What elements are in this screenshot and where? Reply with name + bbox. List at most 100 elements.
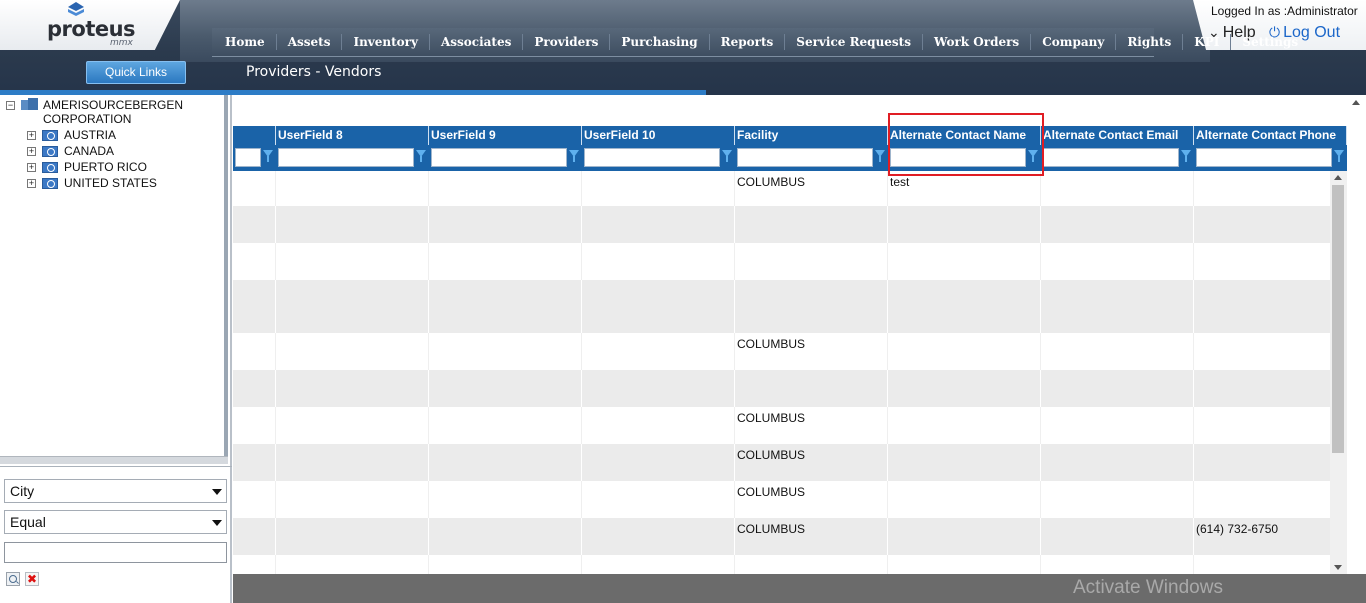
filter-icon[interactable] — [1334, 150, 1344, 162]
filter-value-input[interactable] — [4, 542, 227, 563]
scroll-up-icon[interactable] — [1352, 100, 1360, 105]
expand-icon[interactable]: + — [27, 178, 36, 188]
table-row[interactable]: COLUMBUS — [233, 407, 1331, 444]
expand-icon[interactable]: + — [27, 146, 36, 156]
column-filter-input[interactable] — [737, 148, 873, 167]
tree-item-label: AUSTRIA — [64, 128, 117, 142]
tree-item-canada[interactable]: + CANADA — [27, 144, 114, 158]
table-row[interactable]: COLUMBUS — [233, 333, 1331, 370]
column-filter-input[interactable] — [235, 148, 261, 167]
grid-footer: Activate Windows — [233, 574, 1366, 603]
table-row[interactable] — [233, 243, 1331, 280]
tree-item-label: UNITED STATES — [64, 176, 157, 190]
column-filter — [429, 145, 582, 171]
table-row[interactable] — [233, 280, 1331, 333]
search-icon[interactable] — [6, 572, 20, 586]
column-filter — [276, 145, 429, 171]
column-header-facility[interactable]: Facility — [735, 126, 888, 145]
table-cell — [582, 555, 735, 574]
main-nav: Home Assets Inventory Associates Provide… — [212, 28, 1298, 57]
logo-area[interactable]: proteus mmx — [0, 0, 180, 50]
table-row[interactable]: COLUMBUS test — [233, 171, 1331, 206]
column-header-alternate-contact-phone[interactable]: Alternate Contact Phone — [1194, 126, 1347, 145]
nav-service-requests[interactable]: Service Requests — [785, 34, 923, 50]
column-header[interactable] — [233, 126, 276, 145]
tree-item-austria[interactable]: + AUSTRIA — [27, 128, 116, 142]
table-row[interactable]: COLUMBUS — [233, 444, 1331, 481]
table-row[interactable] — [233, 555, 1331, 574]
scroll-up-icon[interactable] — [1334, 175, 1342, 180]
table-cell — [582, 280, 735, 333]
table-cell: test — [888, 171, 1041, 206]
filter-icon[interactable] — [875, 150, 885, 162]
quick-links-button[interactable]: Quick Links — [86, 61, 186, 84]
tree-horizontal-scrollbar[interactable] — [0, 456, 228, 464]
column-filter-input[interactable] — [584, 148, 720, 167]
table-cell — [1041, 280, 1194, 333]
table-cell — [233, 518, 276, 555]
column-header-userfield-8[interactable]: UserField 8 — [276, 126, 429, 145]
scrollbar-thumb[interactable] — [1332, 185, 1344, 453]
table-row[interactable]: COLUMBUS (614) 732-6750 — [233, 518, 1331, 555]
filter-icon[interactable] — [263, 150, 273, 162]
nav-assets[interactable]: Assets — [277, 34, 343, 50]
table-cell — [429, 518, 582, 555]
nav-rights[interactable]: Rights — [1116, 34, 1184, 50]
nav-reports[interactable]: Reports — [710, 34, 786, 50]
column-filter-input[interactable] — [278, 148, 414, 167]
expand-icon[interactable]: + — [27, 162, 36, 172]
column-filter-input[interactable] — [1196, 148, 1332, 167]
table-cell — [429, 481, 582, 518]
filter-icon[interactable] — [1028, 150, 1038, 162]
table-cell — [429, 370, 582, 407]
column-header-userfield-10[interactable]: UserField 10 — [582, 126, 735, 145]
tree-root[interactable]: − AMERISOURCEBERGEN — [6, 98, 183, 112]
table-row[interactable] — [233, 206, 1331, 243]
table-row[interactable]: COLUMBUS — [233, 481, 1331, 518]
filter-field-select[interactable]: City — [4, 479, 227, 503]
table-cell — [276, 555, 429, 574]
table-cell — [233, 370, 276, 407]
grid-vertical-scrollbar[interactable] — [1330, 171, 1347, 574]
column-filter-input[interactable] — [890, 148, 1026, 167]
nav-work-orders[interactable]: Work Orders — [923, 34, 1032, 50]
nav-providers[interactable]: Providers — [523, 34, 611, 50]
nav-settings[interactable]: Settings — [1231, 34, 1309, 50]
nav-home[interactable]: Home — [214, 34, 277, 50]
column-header-alternate-contact-email[interactable]: Alternate Contact Email — [1041, 126, 1194, 145]
filter-icon[interactable] — [722, 150, 732, 162]
table-cell — [1194, 555, 1331, 574]
table-cell — [735, 280, 888, 333]
page-vertical-scrollbar[interactable] — [1347, 95, 1366, 574]
nav-purchasing[interactable]: Purchasing — [610, 34, 710, 50]
table-cell — [276, 280, 429, 333]
nav-inventory[interactable]: Inventory — [342, 34, 430, 50]
country-icon — [42, 161, 58, 173]
table-cell — [276, 444, 429, 481]
column-header-userfield-9[interactable]: UserField 9 — [429, 126, 582, 145]
filter-operator-select[interactable]: Equal — [4, 510, 227, 534]
nav-company[interactable]: Company — [1031, 34, 1117, 50]
tree-item-puerto-rico[interactable]: + PUERTO RICO — [27, 160, 147, 174]
filter-icon[interactable] — [569, 150, 579, 162]
column-header-alternate-contact-name[interactable]: Alternate Contact Name — [888, 126, 1041, 145]
collapse-icon[interactable]: − — [6, 100, 15, 110]
clear-filter-icon[interactable]: ✖ — [25, 572, 39, 586]
location-tree: − AMERISOURCEBERGEN CORPORATION + AUSTRI… — [0, 95, 228, 457]
tree-item-united-states[interactable]: + UNITED STATES — [27, 176, 157, 190]
filter-icon[interactable] — [1181, 150, 1191, 162]
table-cell: (614) 732-6750 — [1194, 518, 1331, 555]
column-filter-input[interactable] — [431, 148, 567, 167]
filter-icon[interactable] — [416, 150, 426, 162]
nav-kpi[interactable]: KPI — [1183, 34, 1232, 50]
tree-root-label: AMERISOURCEBERGEN — [43, 98, 184, 112]
scroll-down-icon[interactable] — [1334, 565, 1342, 570]
nav-associates[interactable]: Associates — [430, 34, 524, 50]
table-cell — [1041, 444, 1194, 481]
table-cell: COLUMBUS — [735, 407, 888, 444]
expand-icon[interactable]: + — [27, 130, 36, 140]
table-cell — [276, 243, 429, 280]
table-row[interactable] — [233, 370, 1331, 407]
column-filter-input[interactable] — [1043, 148, 1179, 167]
table-cell — [888, 333, 1041, 370]
